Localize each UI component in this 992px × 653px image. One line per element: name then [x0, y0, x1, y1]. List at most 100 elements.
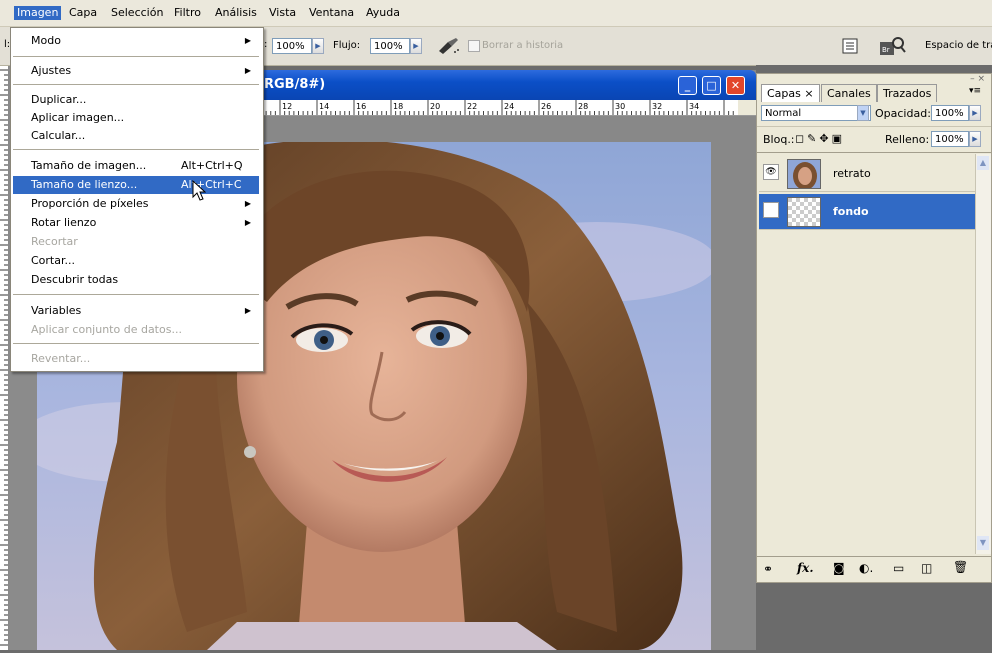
fx-icon[interactable]: fx. [797, 561, 814, 575]
panel-top-strip [756, 65, 992, 73]
menu-separator [13, 294, 259, 295]
mask-icon[interactable]: ◙ [833, 561, 845, 575]
menu-item-descubrir-todas[interactable]: Descubrir todas [13, 271, 259, 289]
menu-separator [13, 343, 259, 344]
submenu-arrow-icon: ▶ [244, 218, 251, 227]
submenu-arrow-icon: ▶ [244, 36, 251, 45]
svg-text:Br: Br [882, 46, 890, 54]
vertical-ruler [0, 66, 9, 650]
opacity-arrow-button[interactable]: ▶ [312, 38, 324, 54]
layers-panel: – × Capas × Canales Trazados ▾≡ Normal ▼… [756, 73, 992, 583]
menu-item-variables[interactable]: Variables ▶ [13, 302, 259, 320]
layer-row-fondo[interactable]: 👁 fondo [759, 194, 975, 230]
menu-ventana[interactable]: Ventana [306, 6, 357, 20]
image-menu-dropdown: Modo ▶ Ajustes ▶ Duplicar... Aplicar image… [10, 27, 264, 372]
menu-seleccion[interactable]: Selección [108, 6, 166, 20]
menu-item-aplicar-imagen[interactable]: Aplicar imagen... [13, 109, 259, 127]
menu-separator [13, 56, 259, 57]
menu-imagen[interactable]: Imagen [14, 6, 62, 20]
minimize-button[interactable]: _ [678, 76, 697, 95]
new-layer-icon[interactable]: ◫ [921, 561, 932, 575]
tab-label: Capas [767, 87, 801, 100]
maximize-button[interactable]: □ [702, 76, 721, 95]
menu-item-label: Aplicar conjunto de datos... [31, 323, 182, 336]
menu-item-tamano-lienzo[interactable]: Tamaño de lienzo... Alt+Ctrl+C [13, 176, 259, 194]
panel-close-icon[interactable]: – × [970, 74, 985, 84]
blend-mode-select[interactable]: Normal [761, 105, 871, 121]
palette-well-icon[interactable] [842, 38, 858, 54]
submenu-arrow-icon: ▶ [244, 306, 251, 315]
menu-item-tamano-imagen[interactable]: Tamaño de imagen... Alt+Ctrl+Q [13, 157, 259, 175]
menu-item-label: Proporción de píxeles [31, 197, 149, 210]
blend-mode-dropdown-icon[interactable]: ▼ [857, 105, 869, 121]
document-title: RGB/8#) [264, 77, 326, 92]
layers-scrollbar[interactable]: ▲ ▼ [975, 154, 991, 554]
menu-item-cortar[interactable]: Cortar... [13, 252, 259, 270]
menu-separator [13, 149, 259, 150]
tab-capas[interactable]: Capas × [761, 84, 820, 102]
layer-row-retrato[interactable]: 👁 retrato [759, 156, 975, 192]
menu-item-reventar[interactable]: Reventar... [13, 350, 259, 368]
visibility-eye-icon[interactable]: 👁 [763, 164, 779, 180]
link-layers-icon[interactable]: ⚭ [763, 562, 773, 576]
horizontal-ruler: 12 14 16 18 20 22 24 26 28 30 32 34 [258, 100, 756, 116]
ruler-ticks: 12 14 16 18 20 22 24 26 28 30 32 34 [261, 100, 734, 115]
blend-mode-value: Normal [765, 108, 802, 119]
group-icon[interactable]: ▭ [893, 561, 904, 575]
fill-field[interactable]: 100% [931, 131, 969, 147]
ruler-tick-label: 12 [282, 102, 292, 111]
divider [757, 126, 991, 127]
document-title-bar[interactable]: RGB/8#) _ □ ✕ [258, 70, 756, 100]
menu-item-proporcion-pixeles[interactable]: Proporción de píxeles ▶ [13, 195, 259, 213]
menu-capa[interactable]: Capa [66, 6, 100, 20]
ruler-tick-label: 30 [615, 102, 625, 111]
airbrush-icon[interactable] [436, 35, 462, 55]
trash-icon[interactable]: 🗑 [953, 560, 968, 574]
menu-item-calcular[interactable]: Calcular... [13, 127, 259, 145]
scroll-up-icon[interactable]: ▲ [977, 156, 989, 170]
menu-vista[interactable]: Vista [266, 6, 299, 20]
fill-arrow[interactable]: ▶ [969, 131, 981, 147]
menu-analisis[interactable]: Análisis [212, 6, 260, 20]
visibility-eye-icon[interactable]: 👁 [763, 202, 779, 218]
menu-item-recortar[interactable]: Recortar [13, 233, 259, 251]
close-button[interactable]: ✕ [726, 76, 745, 95]
options-colon: : [264, 39, 268, 50]
menu-ayuda[interactable]: Ayuda [363, 6, 403, 20]
tab-canales[interactable]: Canales [821, 84, 877, 102]
erase-history-checkbox[interactable] [468, 40, 480, 52]
ruler-tick-label: 14 [319, 102, 329, 111]
adjustment-layer-icon[interactable]: ◐. [859, 561, 873, 575]
layer-opacity-field[interactable]: 100% [931, 105, 969, 121]
tab-label: Trazados [883, 87, 932, 100]
ruler-tick-label: 26 [541, 102, 551, 111]
layer-thumbnail-retrato [787, 159, 821, 189]
flow-field[interactable]: 100% [370, 38, 410, 54]
layer-opacity-arrow[interactable]: ▶ [969, 105, 981, 121]
bridge-icon[interactable]: Br [878, 35, 906, 57]
menu-filtro[interactable]: Filtro [171, 6, 204, 20]
mouse-cursor-icon [192, 180, 206, 201]
workspace-label[interactable]: Espacio de tra [925, 40, 992, 51]
lock-icons[interactable]: ◻✎✥▣ [795, 132, 845, 145]
scroll-down-icon[interactable]: ▼ [977, 536, 989, 550]
layers-list: 👁 retrato 👁 fondo [757, 154, 975, 554]
menu-item-shortcut: Alt+Ctrl+Q [181, 159, 243, 172]
menu-item-rotar-lienzo[interactable]: Rotar lienzo ▶ [13, 214, 259, 232]
opacity-field[interactable]: 100% [272, 38, 312, 54]
menu-item-ajustes[interactable]: Ajustes ▶ [13, 62, 259, 80]
ruler-tick-label: 28 [578, 102, 588, 111]
menu-item-label: Cortar... [31, 254, 75, 267]
tab-trazados[interactable]: Trazados [877, 84, 938, 102]
flow-arrow-button[interactable]: ▶ [410, 38, 422, 54]
ruler-tick-label: 34 [689, 102, 699, 111]
ruler-tick-label: 16 [356, 102, 366, 111]
menu-item-modo[interactable]: Modo ▶ [13, 32, 259, 50]
panel-menu-icon[interactable]: ▾≡ [969, 86, 981, 96]
menu-item-label: Tamaño de imagen... [31, 159, 147, 172]
submenu-arrow-icon: ▶ [244, 199, 251, 208]
menu-item-label: Descubrir todas [31, 273, 119, 286]
menu-item-duplicar[interactable]: Duplicar... [13, 91, 259, 109]
menu-item-label: Reventar... [31, 352, 91, 365]
menu-item-aplicar-conjunto-datos[interactable]: Aplicar conjunto de datos... [13, 321, 259, 339]
